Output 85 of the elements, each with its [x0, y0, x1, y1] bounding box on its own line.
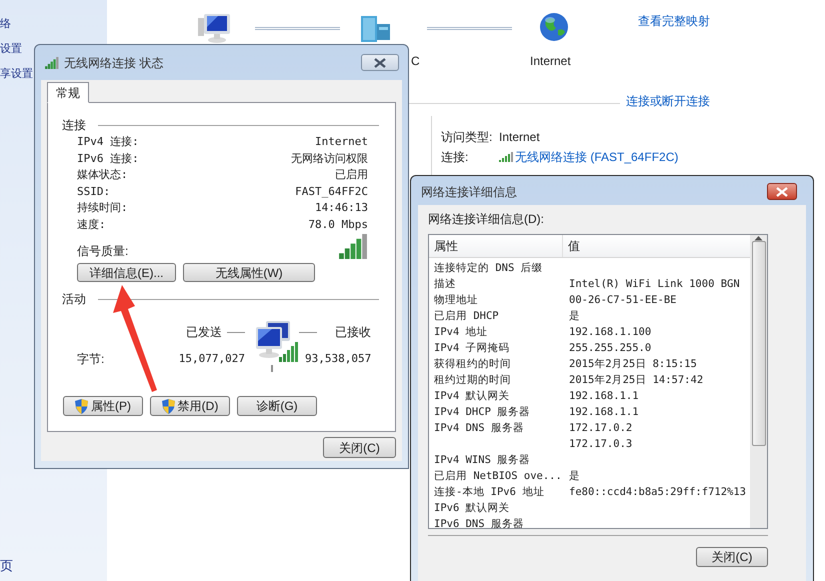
- table-cell: 是: [569, 470, 580, 482]
- scrollbar[interactable]: [750, 235, 767, 528]
- sidebar-link[interactable]: 享设置: [0, 65, 33, 83]
- table-cell: 连接-本地 IPv6 地址: [434, 486, 544, 498]
- field-value: 无网络访问权限: [291, 150, 368, 166]
- sidebar-link[interactable]: 络: [0, 15, 11, 33]
- table-cell: 00-26-C7-51-EE-BE: [569, 294, 676, 306]
- connection-link[interactable]: 无线网络连接 (FAST_64FF2C): [515, 149, 678, 165]
- table-cell: 172.17.0.3: [569, 438, 632, 450]
- field-label: IPv6 连接:: [77, 150, 140, 166]
- globe-icon: [538, 11, 570, 43]
- window-title: 无线网络连接 状态: [64, 54, 164, 72]
- sidebar-link[interactable]: 设置: [0, 40, 22, 58]
- field-label: IPv4 连接:: [77, 134, 140, 150]
- node-label: C: [411, 54, 420, 68]
- field-value: 已启用: [334, 167, 368, 183]
- table-cell: IPv6 默认网关: [434, 502, 510, 514]
- table-cell: 物理地址: [434, 294, 478, 306]
- table-cell: 连接特定的 DNS 后缀: [434, 262, 543, 274]
- field-label: 信号质量:: [77, 243, 128, 259]
- sidebar-link[interactable]: 页: [0, 557, 13, 575]
- dialog-button[interactable]: 无线属性(W): [183, 263, 315, 282]
- signal-icon: [44, 56, 60, 68]
- table-cell: 192.168.1.1: [569, 406, 639, 418]
- field-value: 78.0 Mbps: [307, 216, 368, 232]
- close-icon: [374, 58, 386, 68]
- dialog-button[interactable]: 属性(P): [63, 396, 143, 416]
- table-cell: IPv4 DNS 服务器: [434, 422, 524, 434]
- signal-icon: [499, 152, 513, 162]
- table-cell: 2015年2月25日 8:15:15: [569, 358, 697, 370]
- table-cell: 192.168.1.1: [569, 390, 639, 402]
- column-header[interactable]: 属性: [429, 235, 563, 257]
- field-value: FAST_64FF2C: [294, 184, 368, 200]
- table-cell: IPv4 子网掩码: [434, 342, 510, 354]
- close-button[interactable]: [361, 54, 399, 71]
- close-button[interactable]: [767, 183, 797, 200]
- field-label: 速度:: [77, 216, 107, 232]
- signal-quality-icon: [339, 234, 368, 259]
- field-value: 14:46:13: [314, 200, 368, 216]
- connect-disconnect-link[interactable]: 连接或断开连接: [626, 94, 710, 108]
- field-value: Internet: [314, 134, 368, 150]
- field-label: 连接:: [441, 149, 468, 165]
- list-label: 网络连接详细信息(D):: [428, 211, 544, 227]
- field-label: 媒体状态:: [77, 167, 129, 183]
- table-cell: fe80::ccd4:b8a5:29ff:f712%13: [569, 486, 746, 498]
- field-label: SSID:: [77, 184, 112, 200]
- table-cell: IPv4 DHCP 服务器: [434, 406, 530, 418]
- table-cell: IPv4 默认网关: [434, 390, 510, 402]
- table-cell: Intel(R) WiFi Link 1000 BGN: [569, 278, 740, 290]
- column-header[interactable]: 值: [563, 235, 750, 257]
- scrollbar-thumb[interactable]: [752, 241, 766, 446]
- node-label: Internet: [530, 54, 571, 68]
- dialog-button[interactable]: 禁用(D): [150, 396, 230, 416]
- dialog-button[interactable]: 关闭(C): [323, 437, 396, 458]
- window-title: 网络连接详细信息: [421, 184, 517, 200]
- table-cell: IPv4 WINS 服务器: [434, 454, 530, 466]
- dialog-button[interactable]: 关闭(C): [696, 547, 768, 567]
- computer-icon: [196, 12, 232, 44]
- bytes-label: 字节:: [77, 350, 106, 368]
- table-cell: 172.17.0.2: [569, 422, 632, 434]
- dialog-button[interactable]: 诊断(G): [237, 396, 317, 416]
- group-heading: 连接: [62, 117, 86, 134]
- table-cell: IPv4 地址: [434, 326, 488, 338]
- field-value: Internet: [499, 129, 541, 145]
- tab[interactable]: 常规: [47, 82, 89, 103]
- sent-label: 已发送: [186, 324, 222, 342]
- table-cell: 255.255.255.0: [569, 342, 652, 354]
- table-cell: 租约过期的时间: [434, 374, 511, 386]
- dialog-button[interactable]: 详细信息(E)...: [77, 263, 176, 282]
- table-cell: 已启用 NetBIOS ove...: [434, 470, 562, 482]
- sent-bytes: 15,077,027: [178, 350, 245, 366]
- table-cell: 描述: [434, 278, 456, 290]
- received-bytes: 93,538,057: [305, 350, 372, 366]
- field-label: 持续时间:: [77, 200, 129, 216]
- table-cell: 2015年2月25日 14:57:42: [569, 374, 704, 386]
- table-cell: 获得租约的时间: [434, 358, 511, 370]
- table-cell: 已启用 DHCP: [434, 310, 499, 322]
- group-heading: 活动: [62, 291, 86, 308]
- received-label: 已接收: [335, 324, 372, 342]
- view-map-link[interactable]: 查看完整映射: [638, 14, 710, 28]
- table-cell: 是: [569, 310, 580, 322]
- table-cell: 192.168.1.100: [569, 326, 652, 338]
- close-icon: [776, 186, 788, 196]
- up-arrow-icon: [754, 235, 763, 241]
- field-label: 访问类型:: [441, 129, 492, 145]
